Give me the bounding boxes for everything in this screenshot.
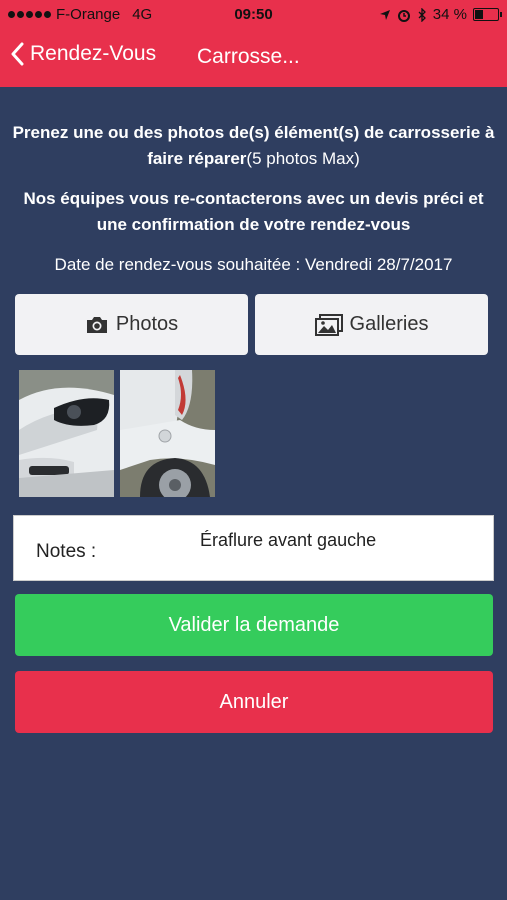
photo-instruction: Prenez une ou des photos de(s) élément(s… [10, 120, 497, 172]
galleries-button-label: Galleries [349, 313, 429, 335]
validate-request-button[interactable]: Valider la demande [15, 594, 493, 656]
notes-input[interactable]: Éraflure avant gauche [200, 530, 376, 551]
appointment-date: Date de rendez-vous souhaitée : Vendredi… [54, 255, 453, 274]
location-icon [379, 9, 390, 20]
galleries-button[interactable]: Galleries [255, 294, 488, 355]
navigation-bar: Rendez-Vous Carrosse... [0, 30, 507, 87]
battery-percent: 34 % [432, 6, 467, 23]
camera-icon [86, 316, 107, 333]
back-button[interactable]: Rendez-Vous [10, 42, 156, 66]
gallery-icon [314, 313, 343, 336]
photo-limit-note: (5 photos Max) [246, 149, 360, 168]
cancel-button[interactable]: Annuler [15, 671, 493, 733]
contact-instruction: Nos équipes vous re-contacterons avec un… [23, 189, 484, 234]
car-front-photo [19, 370, 114, 497]
photo-thumbnail[interactable] [19, 370, 114, 497]
bluetooth-icon [418, 7, 426, 22]
photos-button-label: Photos [115, 313, 179, 335]
photos-button[interactable]: Photos [15, 294, 248, 355]
alarm-icon [397, 9, 410, 22]
back-label: Rendez-Vous [30, 42, 157, 65]
status-right: 34 % [379, 6, 502, 23]
photo-thumbnail[interactable] [120, 370, 215, 497]
page-title: Carrosse... [197, 45, 300, 68]
notes-label: Notes : [36, 541, 97, 562]
notes-field[interactable]: Notes : Éraflure avant gauche [13, 515, 494, 581]
chevron-left-icon [11, 42, 24, 66]
status-bar: F-Orange 4G 09:50 34 % [0, 0, 507, 30]
battery-icon [473, 8, 502, 21]
car-side-photo [120, 370, 215, 497]
